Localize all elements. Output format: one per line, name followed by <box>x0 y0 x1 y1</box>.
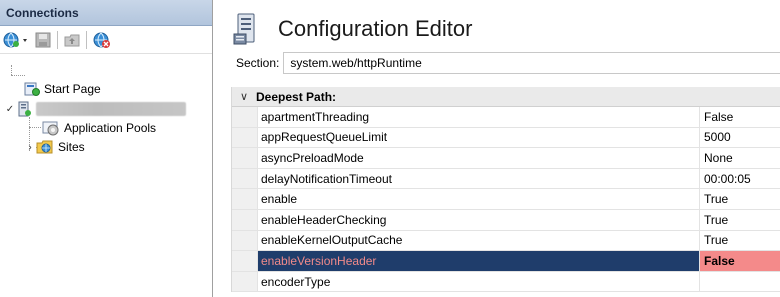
start-page-icon <box>24 82 40 96</box>
connections-title: Connections <box>0 0 212 26</box>
row-gutter <box>232 107 258 127</box>
row-gutter <box>232 189 258 209</box>
property-row[interactable]: appRequestQueueLimit 5000 <box>232 127 780 149</box>
section-value: system.web/httpRuntime <box>290 56 422 70</box>
property-name: encoderType <box>258 271 700 292</box>
tree-item-server[interactable]: ✓ <box>4 99 186 119</box>
save-icon <box>35 32 51 47</box>
chevron-down-icon[interactable]: ✓ <box>4 102 16 116</box>
property-value[interactable]: True <box>700 231 780 251</box>
server-icon <box>18 101 31 117</box>
section-dropdown[interactable]: system.web/httpRuntime ▼ <box>283 52 780 74</box>
tree-item-label: Sites <box>58 140 85 154</box>
property-row[interactable]: apartmentThreading False <box>232 107 780 128</box>
toolbar-separator <box>57 30 58 49</box>
tree-item-application-pools[interactable]: Application Pools <box>42 118 156 138</box>
property-row[interactable]: asyncPreloadMode None <box>232 148 780 169</box>
property-name: enableKernelOutputCache <box>258 230 700 251</box>
configuration-editor-pane: Configuration Editor Section: system.web… <box>218 0 780 297</box>
property-value[interactable]: None <box>700 148 780 168</box>
globe-disconnect-icon <box>93 32 110 48</box>
tree-connector <box>11 65 12 75</box>
sites-folder-icon <box>36 140 53 154</box>
property-grid: ∨ Deepest Path: apartmentThreading False a… <box>231 87 780 293</box>
section-row: Section: system.web/httpRuntime ▼ <box>236 52 780 74</box>
tree-item-label: Application Pools <box>64 121 157 135</box>
row-gutter <box>232 251 258 271</box>
property-row[interactable]: enable True <box>232 189 780 210</box>
row-gutter <box>232 127 258 148</box>
configuration-editor-icon <box>233 13 255 45</box>
property-name: apartmentThreading <box>258 107 700 127</box>
property-value[interactable] <box>700 272 780 292</box>
up-button[interactable] <box>63 29 81 51</box>
property-name: enable <box>258 189 700 209</box>
tree-item-sites[interactable]: › Sites <box>24 137 85 157</box>
tree-connector <box>29 127 41 128</box>
property-row[interactable]: enableKernelOutputCache True <box>232 230 780 252</box>
server-name-redacted <box>36 102 186 116</box>
property-row[interactable]: enableVersionHeader False <box>232 251 780 272</box>
property-row[interactable]: encoderType <box>232 271 780 293</box>
property-value[interactable]: True <box>700 210 780 230</box>
toolbar-separator <box>86 30 87 49</box>
property-value[interactable]: 00:00:05 <box>700 169 780 189</box>
page-title: Configuration Editor <box>278 16 473 41</box>
row-gutter <box>232 230 258 251</box>
property-value[interactable]: False <box>700 251 780 271</box>
row-gutter <box>232 209 258 230</box>
row-gutter <box>232 271 258 292</box>
property-rows: apartmentThreading False appRequestQueueLi… <box>232 107 780 293</box>
editor-title-row: Configuration Editor <box>230 12 472 46</box>
row-gutter <box>232 168 258 189</box>
tree-item-start-page[interactable]: Start Page <box>24 79 101 99</box>
property-row[interactable]: enableHeaderChecking True <box>232 209 780 231</box>
property-name: asyncPreloadMode <box>258 148 700 168</box>
property-name: appRequestQueueLimit <box>258 127 700 148</box>
row-gutter <box>232 148 258 168</box>
application-pools-icon <box>42 121 59 136</box>
property-row[interactable]: delayNotificationTimeout 00:00:05 <box>232 168 780 190</box>
folder-up-icon <box>64 34 80 46</box>
globe-connect-icon <box>3 32 27 47</box>
disconnect-button[interactable] <box>92 29 112 51</box>
connect-globe-button[interactable] <box>2 29 32 51</box>
chevron-right-icon[interactable]: › <box>24 140 36 154</box>
save-button[interactable] <box>34 29 52 51</box>
group-header[interactable]: ∨ Deepest Path: <box>232 87 780 107</box>
section-label: Section: <box>236 56 280 70</box>
property-name: delayNotificationTimeout <box>258 168 700 189</box>
property-name: enableVersionHeader <box>258 251 700 271</box>
collapse-chevron-icon[interactable]: ∨ <box>232 90 256 103</box>
group-header-label: Deepest Path: <box>256 89 337 104</box>
connections-pane: Connections Start Page ✓ Application Poo… <box>0 0 213 297</box>
property-name: enableHeaderChecking <box>258 209 700 230</box>
property-value[interactable]: 5000 <box>700 128 780 148</box>
connections-toolbar <box>0 26 212 54</box>
property-value[interactable]: False <box>700 107 780 127</box>
tree-connector <box>11 75 25 76</box>
tree-item-label: Start Page <box>44 82 101 96</box>
property-value[interactable]: True <box>700 189 780 209</box>
